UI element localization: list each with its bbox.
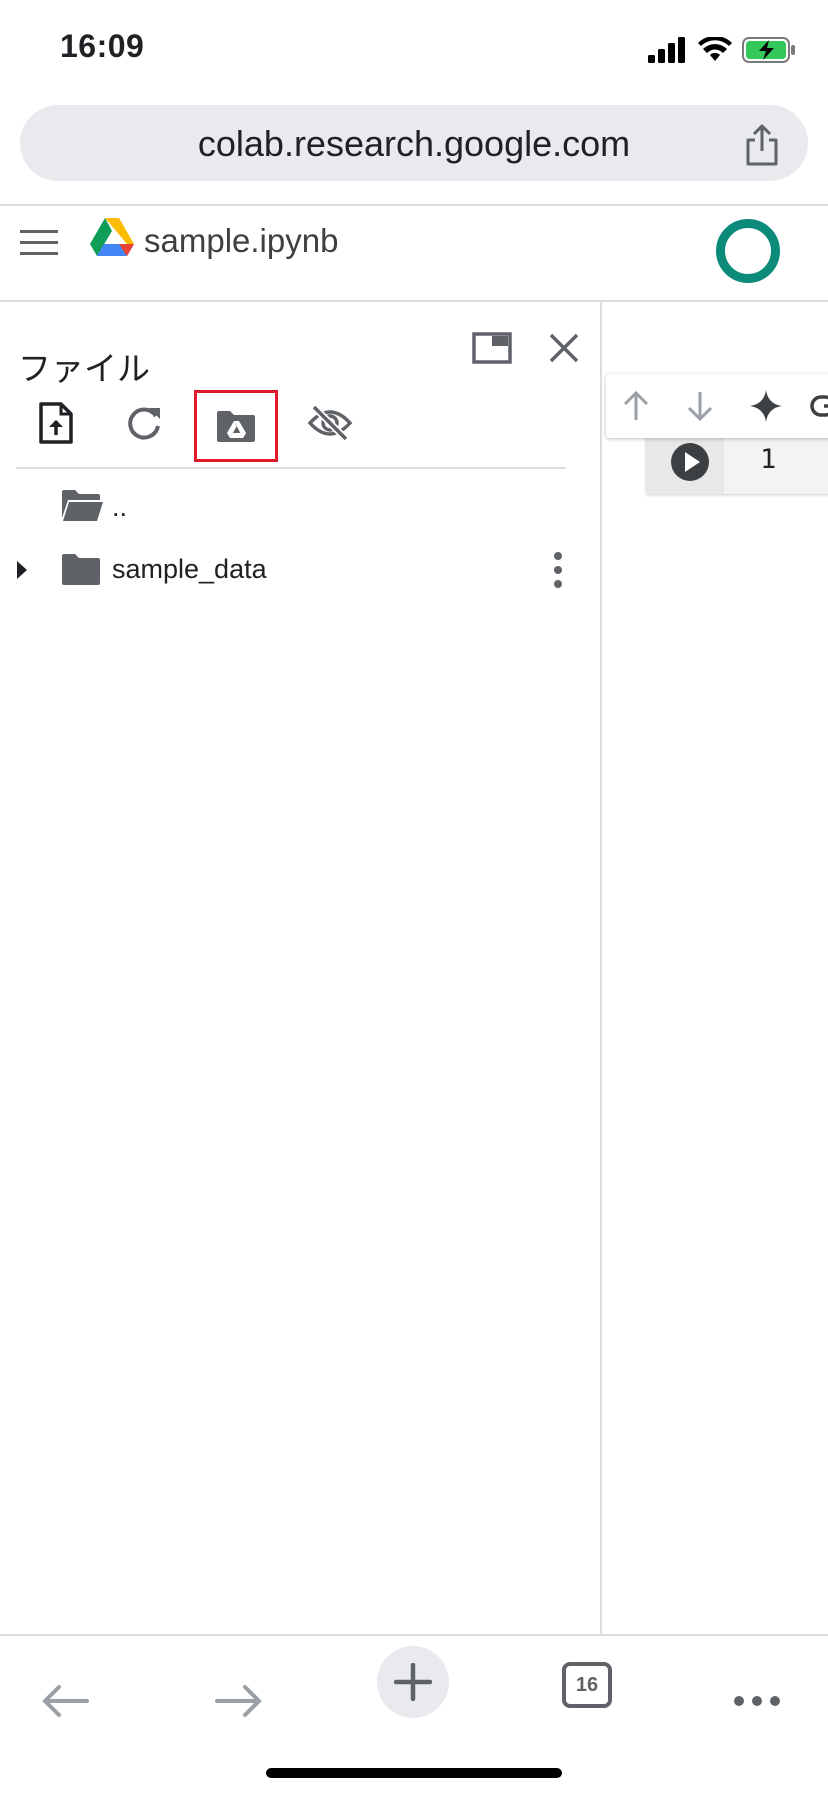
hamburger-icon (20, 230, 58, 255)
mount-drive-button[interactable] (194, 390, 278, 462)
new-tab-button[interactable] (377, 1646, 449, 1718)
upload-file-button[interactable] (16, 388, 96, 458)
share-button[interactable] (742, 123, 782, 167)
run-cell-button[interactable] (668, 440, 712, 484)
play-circle-icon (671, 443, 709, 481)
window-icon (472, 332, 512, 364)
account-avatar[interactable] (716, 219, 780, 283)
tab-switcher-button[interactable]: 16 (562, 1662, 612, 1708)
url-text[interactable]: colab.research.google.com (20, 123, 808, 165)
files-panel-title: ファイル (18, 350, 150, 387)
arrow-down-icon[interactable] (684, 390, 716, 422)
expand-caret-icon[interactable] (16, 560, 28, 580)
tree-row-parent-folder[interactable]: .. (0, 482, 580, 538)
more-vert-icon[interactable] (548, 550, 568, 590)
refresh-button[interactable] (104, 388, 184, 458)
toolbar-divider (16, 467, 566, 469)
cellular-signal-icon (648, 37, 685, 63)
arrow-left-icon (42, 1685, 89, 1717)
tree-row-label: .. (112, 492, 128, 522)
divider (0, 204, 828, 206)
folder-icon (62, 554, 100, 585)
forward-button[interactable] (204, 1666, 274, 1736)
code-cell[interactable]: 1 (646, 434, 828, 494)
notebook-title[interactable]: sample.ipynb (144, 222, 338, 260)
toggle-hidden-files-button[interactable] (290, 388, 370, 458)
more-horiz-icon (734, 1696, 780, 1706)
arrow-right-icon (215, 1685, 262, 1717)
files-panel: ファイル .. sample_data (0, 302, 602, 1634)
address-bar[interactable]: colab.research.google.com (20, 105, 808, 181)
tree-row-sample-data[interactable]: sample_data (0, 540, 580, 600)
home-indicator (266, 1768, 562, 1778)
more-menu-button[interactable] (722, 1666, 792, 1736)
status-time: 16:09 (60, 28, 145, 64)
tab-count: 16 (575, 1673, 599, 1696)
share-icon (746, 124, 778, 166)
menu-button[interactable] (20, 228, 58, 258)
sparkle-icon[interactable] (748, 388, 784, 424)
eye-off-icon (307, 404, 353, 442)
cell-toolbar (606, 374, 828, 438)
close-icon (549, 333, 579, 363)
file-upload-icon (39, 402, 73, 444)
wifi-icon (698, 37, 732, 61)
close-panel-button[interactable] (548, 332, 584, 368)
refresh-icon (128, 407, 160, 440)
drive-folder-icon (217, 411, 255, 442)
folder-open-icon (62, 490, 103, 521)
tree-row-label: sample_data (112, 554, 267, 584)
browser-bottom-bar: 16 (0, 1634, 828, 1794)
google-drive-logo-icon[interactable] (90, 218, 134, 260)
plus-icon (394, 1663, 432, 1701)
line-number: 1 (760, 444, 777, 475)
open-in-window-button[interactable] (472, 332, 516, 370)
link-icon[interactable] (810, 394, 828, 418)
status-icons (648, 36, 796, 64)
battery-charging-icon (742, 37, 795, 63)
arrow-up-icon[interactable] (620, 390, 652, 422)
back-button[interactable] (30, 1666, 100, 1736)
